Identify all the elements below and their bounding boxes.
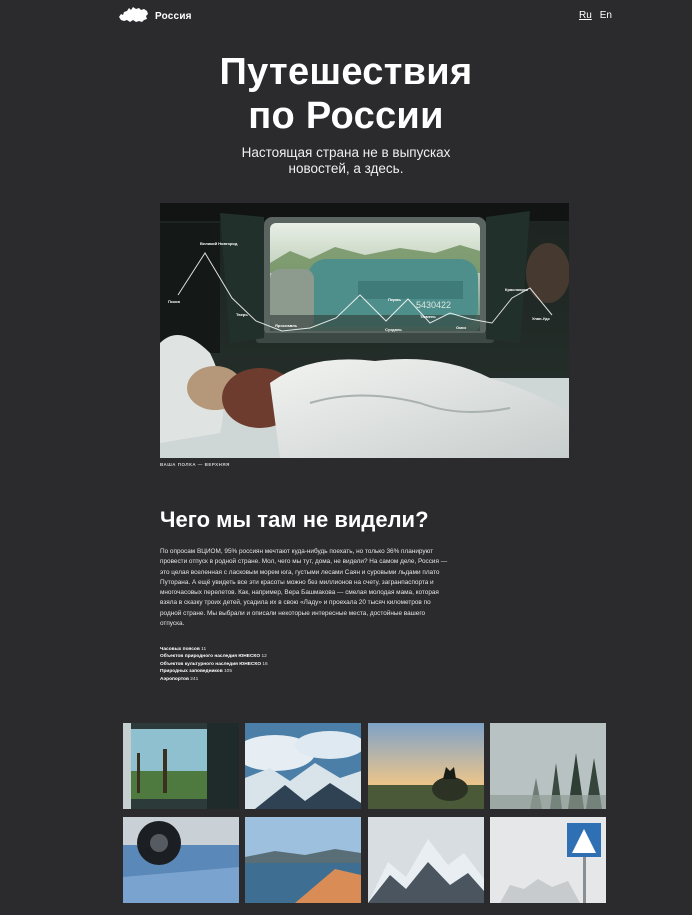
photo-caption: ВАША ПОЛКА — ВЕРХНЯЯ <box>160 462 230 467</box>
fact-item: Объектов культурного наследия ЮНЕСКО 16 <box>160 661 268 667</box>
fact-item: Объектов природного наследия ЮНЕСКО 12 <box>160 654 267 660</box>
logo-text: Россия <box>155 10 192 22</box>
train-compartment-image: 5430422 Великий Новгород Псков Тверь Яро… <box>160 203 569 458</box>
page-title-line1: Путешествия <box>219 51 473 93</box>
facts-list: Часовых поясов 11 Объектов природного на… <box>160 646 268 683</box>
city-label: Тюмень <box>420 314 436 319</box>
foggy-forest-photo[interactable] <box>490 723 606 809</box>
city-label: Красноярск <box>505 287 528 292</box>
crosswalk-sign-photo[interactable] <box>490 817 606 903</box>
train-window-photo[interactable] <box>123 723 239 809</box>
beach-lake-photo[interactable] <box>245 817 361 903</box>
page-title: Путешествия по России <box>0 50 692 138</box>
snowy-peaks-photo[interactable] <box>368 817 484 903</box>
fact-item: Часовых поясов 11 <box>160 647 207 652</box>
city-label: Тверь <box>236 312 248 317</box>
window-number-text: 5430422 <box>416 300 451 310</box>
section-title: Чего мы там не видели? <box>160 507 429 532</box>
fact-item: Аэропортов 241 <box>160 676 199 682</box>
city-label: Ярославль <box>275 323 298 328</box>
city-label: Суздаль <box>385 327 402 332</box>
hero-photo: 5430422 Великий Новгород Псков Тверь Яро… <box>160 203 569 458</box>
city-label: Омск <box>456 325 466 330</box>
fact-item: Природных заповедников 105 <box>160 669 232 675</box>
top-bar: Россия Ru En <box>0 0 692 36</box>
city-label: Великий Новгород <box>200 241 238 246</box>
language-switcher: Ru En <box>579 10 612 21</box>
page-subtitle: Настоящая страна не в выпусках новостей,… <box>0 145 692 177</box>
page-subtitle-line1: Настоящая страна не в выпусках <box>241 145 451 160</box>
article-paragraph: По опросам ВЦИОМ, 95% россиян мечтают ку… <box>160 548 448 628</box>
lang-en-link[interactable]: En <box>600 10 612 21</box>
city-label: Псков <box>168 299 180 304</box>
page-subtitle-line2: новостей, а здесь. <box>288 161 404 176</box>
wolf-sunset-photo[interactable] <box>368 723 484 809</box>
car-wheel-ice-photo[interactable] <box>123 817 239 903</box>
clouds-mountains-photo[interactable] <box>245 723 361 809</box>
city-label: Улан-Удэ <box>532 316 551 321</box>
lang-ru-link[interactable]: Ru <box>579 10 592 21</box>
logo[interactable]: Россия <box>118 5 192 25</box>
page-title-line2: по России <box>248 95 444 137</box>
city-label: Пермь <box>388 297 401 302</box>
russia-map-icon <box>119 7 148 22</box>
